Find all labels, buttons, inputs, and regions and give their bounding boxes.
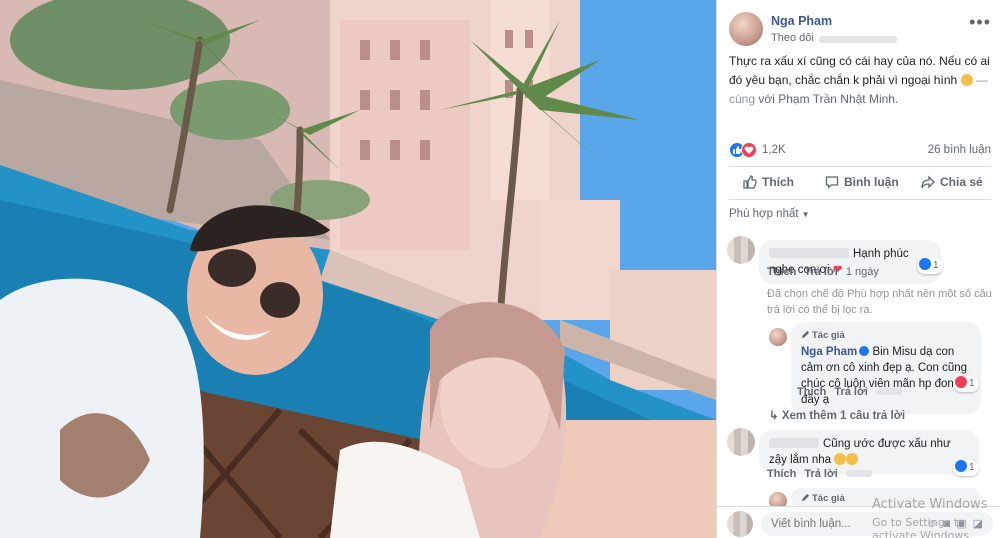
viewer-avatar (727, 511, 753, 537)
comment-count[interactable]: 26 bình luận (928, 144, 991, 156)
pencil-icon (801, 493, 810, 502)
more-options-icon[interactable]: ••• (969, 12, 991, 33)
laugh-emoji-icon (834, 453, 847, 465)
author-badge: Tác giả (801, 328, 971, 344)
share-button[interactable]: Chia sẻ (921, 175, 983, 189)
photo-scene (0, 0, 716, 538)
thumbs-up-icon (743, 175, 757, 189)
reaction-summary[interactable]: 1,2K 26 bình luận (729, 142, 991, 160)
reply-reply-link[interactable]: Trả lời (834, 386, 868, 398)
like-reaction-icon (955, 460, 967, 472)
like-label: Thích (762, 175, 794, 189)
author-badge-label: Tác giả (812, 330, 845, 341)
pencil-icon (801, 330, 810, 339)
reply-meta: Thích Trả lời (797, 386, 910, 398)
commenter-name-blurred[interactable] (769, 438, 819, 448)
caption-tagged-person[interactable]: với Phạm Trần Nhật Minh. (758, 92, 898, 106)
comment-reaction-count: 1 (933, 260, 939, 271)
view-more-replies[interactable]: ↳ Xem thêm 1 câu trả lời (769, 408, 905, 422)
love-reaction-icon (741, 142, 757, 158)
post-header: Nga Pham Theo dõi ••• (729, 12, 991, 48)
comment-reply-link[interactable]: Trả lời (804, 468, 838, 480)
reply-arrow-icon: ↳ (769, 410, 779, 422)
reply-reaction-badge[interactable]: 1 (953, 376, 979, 392)
verified-icon (859, 346, 870, 356)
commenter-avatar[interactable] (727, 428, 755, 456)
emoji-icon (960, 74, 973, 86)
comment-time[interactable]: 1 ngày (846, 266, 879, 278)
author-avatar[interactable] (729, 12, 763, 46)
filter-notice: Đã chọn chế độ Phù hợp nhất nên một số c… (767, 288, 992, 316)
post-caption: Thực ra xấu xí cũng có cái hay của nó. N… (729, 52, 991, 109)
comment-label: Bình luận (844, 175, 899, 189)
like-button[interactable]: Thích (743, 175, 794, 189)
share-label: Chia sẻ (940, 175, 983, 189)
comment-reaction-count: 1 (969, 462, 975, 473)
author-badge-label: Tác giả (812, 493, 845, 504)
view-more-replies-label: Xem thêm 1 câu trả lời (781, 410, 906, 422)
reply-like-link[interactable]: Thích (797, 386, 826, 398)
like-reaction-icon (919, 258, 931, 270)
comment-like-link[interactable]: Thích (767, 468, 796, 480)
comment-list: Hạnh phúc nghe con ơi ❤ 1 Thích Trả lời 1 … (717, 226, 1000, 510)
post-action-bar: Thích Bình luận Chia sẻ (729, 166, 991, 200)
reply-author-name[interactable]: Nga Pham (801, 346, 857, 358)
commenter-name-blurred[interactable] (769, 248, 849, 258)
comment-meta: Thích Trả lời 1 ngày (767, 266, 887, 278)
share-icon (921, 175, 935, 189)
author-name[interactable]: Nga Pham (771, 14, 832, 28)
love-reaction-icon (955, 376, 967, 388)
caption-text: Thực ra xấu xí cũng có cái hay của nó. N… (729, 54, 990, 87)
comment-reaction-badge[interactable]: 1 (953, 460, 979, 476)
comment-reply-link[interactable]: Trả lời (804, 266, 838, 278)
comment-button[interactable]: Bình luận (825, 175, 899, 189)
reply-reaction-count: 1 (969, 378, 975, 389)
chevron-down-icon: ▼ (801, 210, 810, 219)
activate-windows-watermark: Activate Windows (872, 497, 988, 512)
activate-windows-subtitle: Go to Settings to activate Windows. (872, 516, 973, 538)
follow-button[interactable]: Theo dõi (771, 32, 814, 44)
comment-sort-dropdown[interactable]: Phù hợp nhất ▼ (729, 208, 810, 220)
commenter-avatar[interactable] (727, 236, 755, 264)
comment-time-blurred (845, 470, 872, 477)
post-photo[interactable] (0, 0, 716, 538)
post-side-panel: Nga Pham Theo dõi ••• Thực ra xấu xí cũn… (716, 0, 1000, 538)
reply-author-avatar[interactable] (769, 328, 787, 346)
post-time-blurred (819, 36, 897, 43)
sort-label: Phù hợp nhất (729, 208, 799, 220)
comment-like-link[interactable]: Thích (767, 266, 796, 278)
reply-bubble: Tác giả Nga Pham Bin Misu dạ con cảm ơn … (791, 322, 981, 414)
laugh-emoji-icon (846, 453, 859, 465)
comment-icon (825, 176, 839, 189)
comment-reaction-badge[interactable]: 1 (917, 258, 943, 274)
comment-meta: Thích Trả lời (767, 468, 880, 480)
reaction-count[interactable]: 1,2K (762, 144, 786, 156)
reply-time-blurred (875, 388, 902, 395)
